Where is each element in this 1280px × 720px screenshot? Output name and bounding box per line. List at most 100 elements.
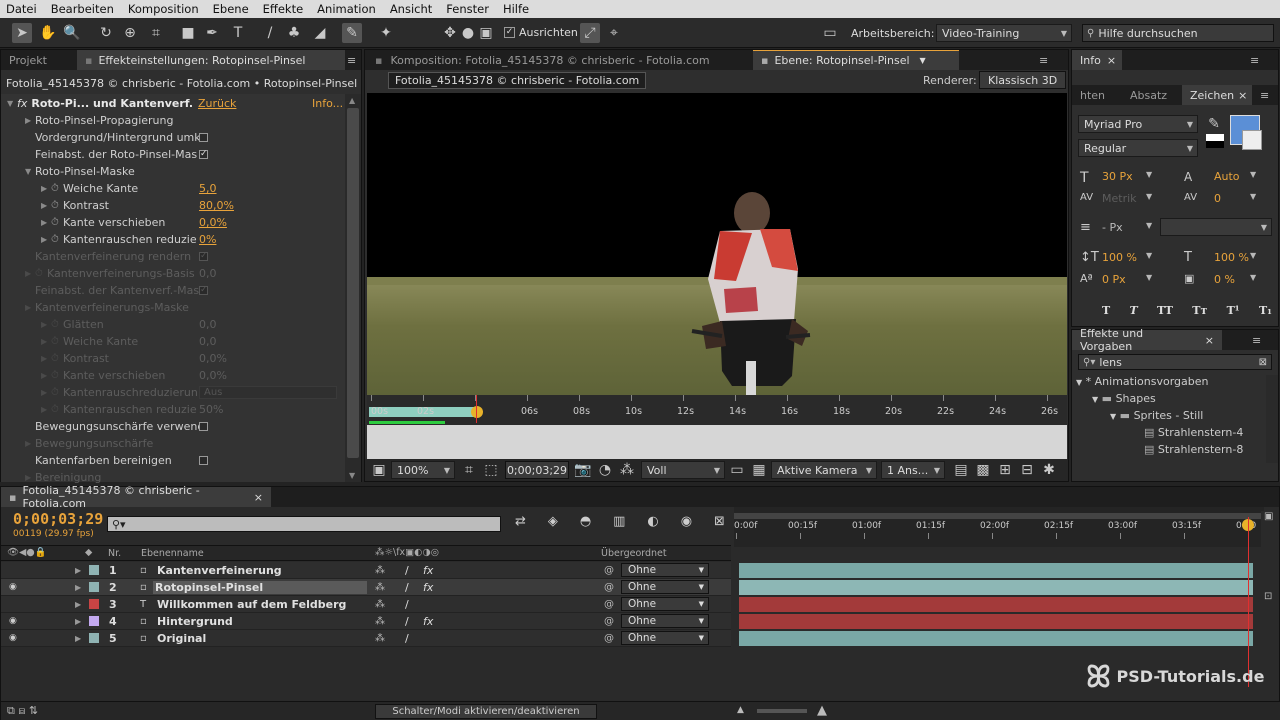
draft-3d-icon[interactable]: ◈ [548, 514, 558, 529]
panel-menu-icon[interactable]: ▣ [1264, 511, 1273, 522]
puppet-tool-icon[interactable]: ✦ [376, 23, 396, 43]
stopwatch-icon[interactable]: ⏱ [51, 336, 63, 347]
eye-icon[interactable]: ◉ [9, 616, 17, 626]
expand-icon[interactable]: ▶ [75, 566, 81, 575]
layer-duration-bar[interactable] [739, 597, 1253, 612]
brush-tool-icon[interactable]: / [260, 23, 280, 43]
transparency-grid-icon[interactable]: ▦ [749, 460, 769, 480]
help-search-input[interactable]: Hilfe durchsuchen [1098, 27, 1197, 40]
layer-name[interactable]: Hintergrund [157, 615, 233, 628]
roto-settings-icon[interactable]: ✱ [1039, 460, 1059, 480]
effect-row[interactable]: ▶ ⏱ Kante verschieben 0,0% [1, 367, 345, 384]
menu-animation[interactable]: Animation [317, 2, 376, 16]
effect-row[interactable]: ▶ ⏱ Kantenrauschen reduzie 0% [1, 231, 345, 248]
timeline-timecode[interactable]: 0;00;03;29 [13, 510, 103, 528]
chevron-down-icon[interactable]: ▼ [1146, 221, 1152, 230]
label-color-swatch[interactable] [89, 616, 99, 626]
scroll-up-icon[interactable]: ▲ [349, 96, 355, 105]
parent-select[interactable]: Ohne [621, 563, 709, 577]
baseline-value[interactable]: 0 Px [1102, 273, 1126, 286]
tracking-value[interactable]: 0 [1214, 192, 1221, 205]
scroll-down-icon[interactable]: ▼ [349, 471, 355, 480]
vertical-scale-value[interactable]: 100 % [1102, 251, 1137, 264]
collapse-icon[interactable]: ▼ [25, 167, 35, 176]
tab-timeline[interactable]: ▪ Fotolia_45145378 © chrisberic - Fotoli… [1, 484, 271, 510]
eyedropper-icon[interactable]: ✎ [1204, 114, 1224, 134]
effect-row-value[interactable]: 0,0% [199, 216, 227, 229]
effect-row[interactable]: ▶ ⏱ Kontrast 0,0% [1, 350, 345, 367]
leading-value[interactable]: Auto [1214, 170, 1240, 183]
font-select[interactable]: Myriad Pro [1078, 115, 1198, 133]
layer-duration-bar[interactable] [739, 580, 1253, 595]
fx-switch-icon[interactable]: fx [423, 615, 433, 628]
menu-ansicht[interactable]: Ansicht [390, 2, 432, 16]
panel-menu-icon[interactable]: ≡ [1250, 54, 1259, 67]
preset-tree-sprites[interactable]: ▼ ▬ Sprites - Still [1110, 409, 1203, 422]
chevron-down-icon[interactable]: ▼ [1250, 251, 1256, 260]
zoom-in-icon[interactable]: ▲ [817, 703, 827, 718]
snap-edges-icon[interactable]: ⤢ [580, 23, 600, 43]
expand-icon[interactable]: ▶ [41, 320, 51, 329]
playhead-icon[interactable] [471, 406, 483, 418]
chevron-down-icon[interactable]: ▼ [1146, 273, 1152, 282]
stopwatch-icon[interactable]: ⏱ [51, 234, 63, 245]
reset-link[interactable]: Zurück [198, 97, 236, 110]
all-caps-button[interactable]: TT [1157, 304, 1173, 317]
effects-search[interactable]: ⚲▾ lens ⊠ [1078, 354, 1272, 370]
panel-menu-icon[interactable]: ≡ [1252, 334, 1261, 347]
preset-tree-root[interactable]: ▼ * Animationsvorgaben [1076, 375, 1208, 388]
axis-mode-icon[interactable]: ✥ [440, 23, 460, 43]
white-swatch[interactable] [1206, 134, 1224, 141]
checkbox[interactable] [199, 133, 208, 142]
views-select[interactable]: 1 Ans... [881, 461, 945, 479]
reset-exposure-icon[interactable]: ▩ [973, 460, 993, 480]
eye-icon[interactable]: ◉ [9, 582, 17, 592]
brainstorm-icon[interactable]: ◉ [681, 514, 692, 529]
pen-tool-icon[interactable]: ✒ [202, 23, 222, 43]
toggle-switches-modes-button[interactable]: Schalter/Modi aktivieren/deaktivieren [375, 704, 597, 719]
effect-row-value[interactable]: 0,0 [199, 335, 217, 348]
footer-icons[interactable]: ⧉ ⧈ ⇅ [7, 704, 38, 718]
chevron-down-icon[interactable]: ▼ [1146, 251, 1152, 260]
effect-row[interactable]: ▶ ⏱ Kantenverfeinerungs-Basis 0,0 [1, 265, 345, 282]
effect-row[interactable]: Bewegungsunschärfe verwend [1, 418, 345, 435]
effects-scrollbar[interactable] [1266, 375, 1278, 463]
layer-duration-bar[interactable] [739, 563, 1253, 578]
small-caps-button[interactable]: Tт [1192, 304, 1207, 317]
menu-komposition[interactable]: Komposition [128, 2, 199, 16]
fx-switch-icon[interactable]: fx [423, 564, 433, 577]
tab-effect-controls[interactable]: ▪ Effekteinstellungen: Rotopinsel-Pinsel [77, 50, 345, 70]
stopwatch-icon[interactable]: ⏱ [35, 268, 47, 279]
shy-switch-icon[interactable]: ⁂ [375, 599, 389, 610]
flowchart-icon[interactable]: ⊞ [995, 460, 1015, 480]
snapshot-icon[interactable]: 📷 [573, 460, 593, 480]
region-icon[interactable]: ▭ [727, 460, 747, 480]
tab-projekt[interactable]: Projekt [1, 50, 77, 70]
effect-row-value[interactable]: 50% [199, 403, 223, 416]
menu-hilfe[interactable]: Hilfe [503, 2, 529, 16]
expand-icon[interactable]: ▶ [41, 371, 51, 380]
expand-icon[interactable]: ▶ [41, 388, 51, 397]
comp-mini-flowchart-icon[interactable]: ⇄ [515, 514, 526, 529]
effect-row[interactable]: ▼ Roto-Pinsel-Maske [1, 163, 345, 180]
expand-icon[interactable]: ▶ [25, 116, 35, 125]
panel-menu-icon[interactable]: ≡ [1260, 89, 1269, 102]
faux-italic-button[interactable]: T [1130, 304, 1138, 317]
work-area-range[interactable] [734, 513, 1264, 519]
menu-bearbeiten[interactable]: Bearbeiten [51, 2, 114, 16]
chevron-down-icon[interactable]: ▼ [1146, 192, 1152, 201]
menu-datei[interactable]: Datei [6, 2, 37, 16]
stroke-width-value[interactable]: - Px [1102, 221, 1123, 234]
renderer-button[interactable]: Klassisch 3D [979, 71, 1067, 89]
tab-composition[interactable]: ▪ Komposition: Fotolia_45145378 © chrisb… [365, 50, 753, 70]
text-tool-icon[interactable]: T [228, 23, 248, 43]
layer-name[interactable]: Willkommen auf dem Feldberg [157, 598, 346, 611]
expand-icon[interactable]: ▶ [41, 184, 51, 193]
gamepad-icon[interactable]: ▭ [820, 23, 840, 43]
collapse-icon[interactable]: ▼ [7, 99, 17, 108]
snap-features-icon[interactable]: ⌖ [604, 23, 624, 43]
expand-icon[interactable]: ▶ [25, 473, 35, 482]
selection-tool-icon[interactable]: ➤ [12, 23, 32, 43]
parent-select[interactable]: Ohne [621, 580, 709, 594]
layer-row[interactable]: ◉ ▶ 4 ▫ Hintergrund ⁂ / fx @ Ohne [1, 613, 731, 630]
